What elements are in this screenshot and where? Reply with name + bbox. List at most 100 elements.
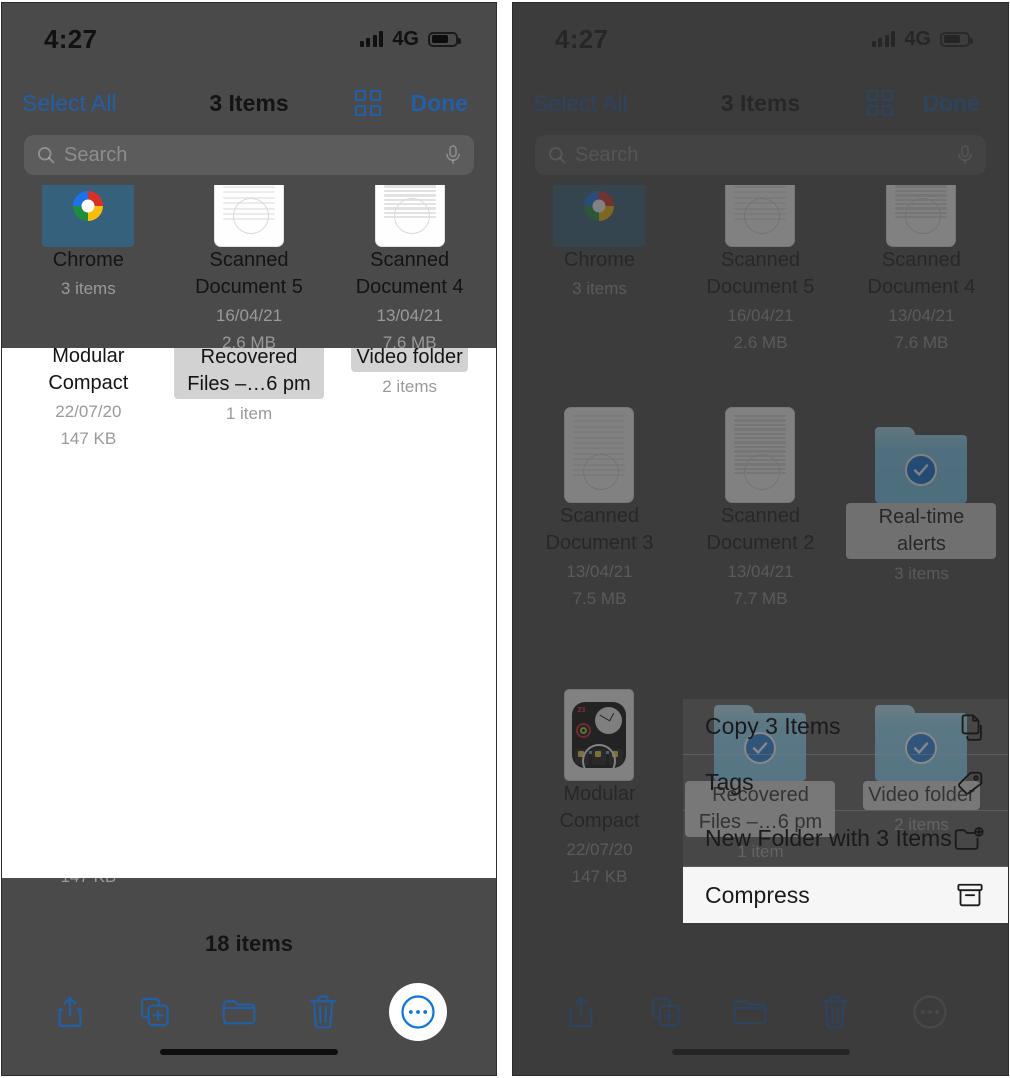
move-to-folder-button[interactable] [220, 993, 258, 1031]
select-all-button[interactable]: Select All [533, 90, 628, 117]
thumbnail [374, 185, 445, 247]
status-bar: 4:27 4G [2, 3, 496, 75]
highlight-region: Scanned Document 3 13/04/21 7.5 MB [2, 348, 496, 878]
file-item-scanned-document-5[interactable]: Scanned Document 5 16/04/21 2.6 MB [169, 185, 330, 361]
tag-icon [956, 770, 984, 796]
file-item-video-folder[interactable]: Video folder 2 items [329, 348, 490, 457]
search-placeholder: Search [575, 143, 639, 166]
file-name: Modular Compact [48, 348, 129, 394]
file-item-modular-compact[interactable]: 23 Modular Compact [519, 639, 680, 895]
copy-icon [958, 713, 984, 741]
select-all-button[interactable]: Select All [22, 90, 117, 117]
navigation-bar: Select All 3 Items Done [513, 75, 1008, 131]
file-item-scanned-document-3[interactable]: Scanned Document 3 13/04/21 7.5 MB [519, 361, 680, 617]
status-bar-indicators: 4G [871, 27, 973, 51]
file-name: Scanned Document 5 [706, 249, 815, 298]
new-folder-icon [954, 826, 984, 852]
search-icon [549, 147, 566, 164]
context-menu-item-compress[interactable]: Compress [683, 867, 1008, 923]
file-name: Modular Compact [559, 783, 640, 832]
document-thumbnail [213, 185, 284, 247]
search-input[interactable]: Search [24, 135, 474, 175]
status-bar: 4:27 4G [513, 3, 1008, 75]
file-name: Video folder [351, 348, 468, 372]
duplicate-button[interactable] [136, 993, 174, 1031]
search-placeholder: Search [64, 143, 128, 166]
nav-right-group: Done [354, 90, 469, 117]
file-name: Scanned Document 2 [706, 505, 815, 554]
microphone-icon[interactable] [444, 144, 462, 166]
file-date: 13/04/21 [566, 562, 633, 581]
file-item-scanned-document-2[interactable]: Scanned Document 2 13/04/21 7.7 MB [680, 361, 841, 617]
file-name: Scanned Document 4 [867, 249, 976, 298]
duplicate-button[interactable] [647, 993, 685, 1031]
more-button[interactable] [388, 983, 447, 1041]
file-date: 13/04/21 [888, 306, 955, 325]
ios-files-app-screen-with-menu: 4:27 4G Select All 3 Items Done Search C… [513, 3, 1008, 1075]
file-date: 16/04/21 [215, 306, 283, 325]
file-size: 7.6 MB [894, 333, 949, 352]
status-bar-time: 4:27 [555, 23, 609, 54]
microphone-icon[interactable] [956, 144, 974, 166]
grid-view-icon[interactable] [866, 90, 893, 116]
file-sub: 3 items [572, 279, 627, 298]
delete-button[interactable] [304, 993, 342, 1031]
file-item-scanned-document-5[interactable]: Scanned Document 5 16/04/21 2.6 MB [680, 185, 841, 361]
file-row-middle: Scanned Document 3 13/04/21 7.5 MB [519, 361, 1002, 617]
folder-chrome-icon [553, 185, 646, 247]
file-item-chrome[interactable]: Chrome 3 items [519, 185, 680, 361]
battery-icon [428, 31, 461, 47]
document-thumbnail [374, 185, 445, 247]
cellular-bars-icon [871, 31, 896, 47]
cellular-bars-icon [359, 31, 384, 47]
thumbnail [886, 185, 957, 247]
done-button[interactable]: Done [923, 90, 981, 117]
network-type-label: 4G [904, 27, 931, 50]
delete-button[interactable] [816, 993, 854, 1031]
thumbnail [564, 375, 635, 503]
context-menu: Copy 3 Items Tags New Folder with 3 Item… [683, 699, 1008, 923]
file-sub: 3 items [894, 564, 949, 583]
thumbnail [42, 185, 135, 247]
network-type-label: 4G [392, 27, 419, 50]
status-bar-time: 4:27 [44, 23, 98, 54]
more-button[interactable] [901, 983, 959, 1041]
grid-view-icon[interactable] [354, 90, 381, 116]
context-menu-label: Compress [705, 881, 810, 908]
file-row-top: Chrome 3 items Scanned Document 5 16/04/… [8, 185, 490, 361]
watch-face-thumbnail: 23 [564, 689, 635, 781]
folder-icon [875, 427, 968, 503]
file-item-scanned-document-4[interactable]: Scanned Document 4 13/04/21 7.6 MB [329, 185, 490, 361]
thumbnail [725, 185, 796, 247]
thumbnail [875, 375, 968, 503]
file-name: Scanned Document 5 [195, 249, 303, 298]
context-menu-item-tags[interactable]: Tags [683, 755, 1008, 811]
thumbnail [553, 185, 646, 247]
selected-checkmark-icon [905, 453, 938, 486]
file-item-scanned-document-4[interactable]: Scanned Document 4 13/04/21 7.6 MB [841, 185, 1002, 361]
file-item-chrome[interactable]: Chrome 3 items [8, 185, 169, 361]
archive-icon [956, 882, 984, 908]
bottom-toolbar: 18 items [2, 875, 496, 1075]
document-thumbnail [564, 407, 635, 503]
file-item-real-time-alerts[interactable]: Real-time alerts 3 items [841, 361, 1002, 617]
file-size: 7.5 MB [572, 589, 627, 608]
nav-right-group: Done [866, 90, 981, 117]
file-item-recovered-files[interactable]: Recovered Files –…6 pm 1 item [169, 348, 330, 457]
share-button[interactable] [562, 993, 600, 1031]
search-input[interactable]: Search [535, 135, 986, 175]
move-to-folder-button[interactable] [731, 993, 769, 1031]
done-button[interactable]: Done [411, 90, 469, 117]
thumbnail [213, 185, 284, 247]
thumbnail: 23 [564, 653, 635, 781]
home-indicator [160, 1049, 338, 1055]
file-date: 22/07/20 [566, 840, 633, 859]
file-item-modular-compact[interactable]: 23 Modular C [8, 348, 169, 457]
share-button[interactable] [51, 993, 89, 1031]
context-menu-item-new-folder[interactable]: New Folder with 3 Items [683, 811, 1008, 867]
context-menu-item-copy[interactable]: Copy 3 Items [683, 699, 1008, 755]
status-bar-indicators: 4G [359, 27, 461, 51]
search-bar-container: Search [513, 131, 1008, 185]
ios-files-app-screen: 4:27 4G Select All 3 Items Done Search C… [2, 3, 496, 1075]
file-date: 13/04/21 [376, 306, 443, 325]
